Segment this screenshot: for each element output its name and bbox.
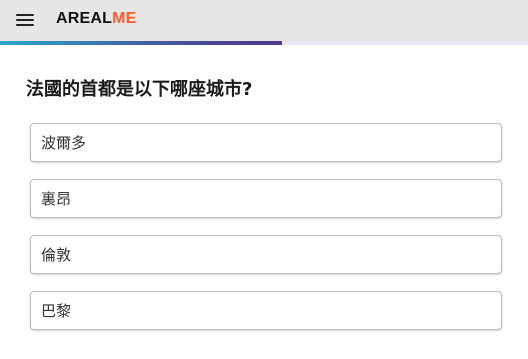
answer-option-label: 裏昂 — [41, 190, 72, 208]
answer-option-3[interactable]: 倫敦 — [30, 235, 502, 274]
answer-option-2[interactable]: 裏昂 — [30, 179, 502, 218]
answer-option-label: 波爾多 — [41, 134, 87, 152]
app-logo[interactable]: AREALME — [56, 9, 137, 29]
answer-option-label: 巴黎 — [41, 302, 72, 320]
question-text: 法國的首都是以下哪座城市? — [26, 79, 253, 100]
progress-bar-fill — [0, 41, 283, 45]
top-bar: AREALME — [0, 0, 528, 41]
logo-accent-text: ME — [112, 10, 137, 27]
answer-option-label: 倫敦 — [41, 246, 72, 264]
progress-bar — [0, 41, 528, 45]
answer-option-4[interactable]: 巴黎 — [30, 291, 502, 330]
logo-text: AREAL — [56, 10, 113, 27]
answer-option-1[interactable]: 波爾多 — [30, 123, 502, 162]
hamburger-menu-icon[interactable] — [16, 12, 34, 28]
